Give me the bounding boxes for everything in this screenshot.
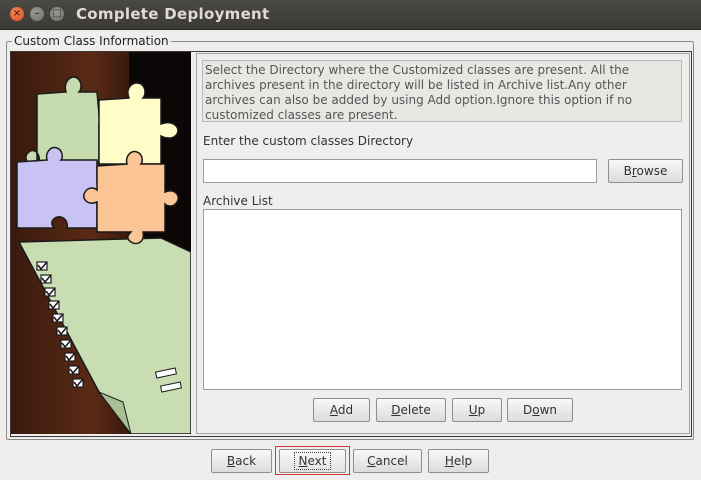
next-focus-box: Next [293,452,332,470]
delete-label-mnemonic: D [391,403,401,417]
minimize-icon[interactable]: – [30,7,44,21]
down-label-prefix: D [522,403,533,417]
close-icon[interactable]: × [10,7,24,21]
browse-label-suffix: owse [636,164,668,178]
title-bar: × – □ Complete Deployment [0,0,701,30]
down-button[interactable]: Down [507,398,573,422]
help-label-mnemonic: H [444,454,454,468]
back-label-mnemonic: B [226,454,236,468]
add-label-mnemonic: A [329,403,338,417]
cancel-label-mnemonic: C [367,454,376,468]
down-label-mnemonic: o [532,403,540,417]
directory-label: Enter the custom classes Directory [203,134,414,148]
back-label-suffix: ack [235,454,257,468]
up-button[interactable]: Up [452,398,502,422]
delete-label-suffix: elete [400,403,431,417]
directory-input[interactable] [203,159,597,183]
up-label-mnemonic: U [468,403,478,417]
add-button[interactable]: Add [313,398,370,422]
cancel-label-suffix: ancel [375,454,408,468]
help-button[interactable]: Help [428,449,489,473]
archive-list-label: Archive List [203,194,273,208]
puzzle-pieces-icon [16,76,179,245]
help-label-suffix: elp [453,454,473,468]
next-button[interactable]: Next [279,449,346,473]
browse-button[interactable]: Browse [608,159,683,183]
cancel-button[interactable]: Cancel [353,449,422,473]
next-label-mnemonic: N [298,454,308,468]
window-title: Complete Deployment [76,5,270,23]
next-label-suffix: ext [307,454,327,468]
browse-label-prefix: B [623,164,632,178]
wizard-illustration [11,52,191,434]
group-label: Custom Class Information [12,34,171,48]
delete-button[interactable]: Delete [376,398,446,422]
add-label-suffix: dd [337,403,354,417]
archive-list[interactable] [203,209,682,390]
maximize-icon[interactable]: □ [50,7,64,21]
back-button[interactable]: Back [211,449,272,473]
down-label-suffix: wn [539,403,557,417]
up-label-suffix: p [477,403,486,417]
instructions-text: Select the Directory where the Customize… [202,60,682,122]
